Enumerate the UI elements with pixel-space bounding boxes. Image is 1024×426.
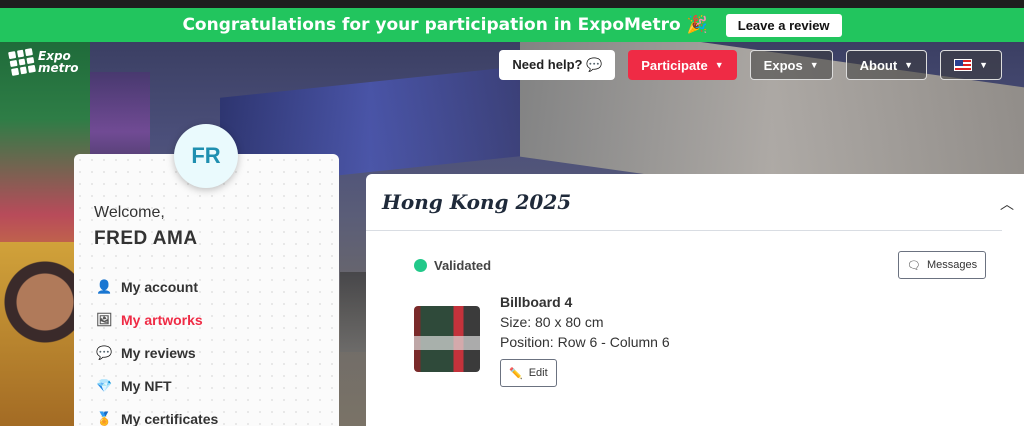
sidebar-item-my-reviews[interactable]: 💬 My reviews [96,336,218,369]
leave-review-button[interactable]: Leave a review [725,13,842,37]
diamond-icon: 💎 [96,377,113,393]
sidebar-menu: 👤 My account 🖼 My artworks 💬 My reviews … [96,270,218,426]
edit-button[interactable]: ✏️ Edit [500,359,557,387]
logo-text: Expo metro [38,49,79,75]
chevron-down-icon: ▼ [714,60,724,70]
chevron-down-icon: ▼ [979,60,988,70]
sidebar-item-my-account[interactable]: 👤 My account [96,270,218,303]
logo-grid-icon [8,48,36,76]
sidebar-item-my-artworks[interactable]: 🖼 My artworks [96,303,218,336]
image-icon: 🖼 [96,311,113,327]
participate-button[interactable]: Participate ▼ [628,50,737,80]
need-help-button[interactable]: Need help? 💬 [499,50,616,80]
chat-icon: 🗨 [907,259,921,272]
divider [366,230,1002,231]
top-nav: Need help? 💬 Participate ▼ Expos ▼ About… [499,50,1002,80]
chevron-up-icon[interactable]: ︿ [1000,194,1014,214]
certificate-icon: 🏅 [96,410,113,426]
status-text: Validated [434,258,492,273]
status-dot-icon [414,259,427,272]
expo-title: Hong Kong 2025 [382,190,572,214]
us-flag-icon [954,59,973,71]
chevron-down-icon: ▼ [809,60,819,70]
user-name: FRED AMA [94,228,198,249]
language-dropdown[interactable]: ▼ [940,50,1002,80]
welcome-text: Welcome, [94,204,165,221]
browser-top-strip [0,0,1024,8]
expo-card: Hong Kong 2025 ︿ Validated 🗨 Messages Bi… [366,174,1024,426]
messages-button[interactable]: 🗨 Messages [898,251,987,279]
chevron-down-icon: ▼ [904,60,914,70]
sidebar-item-my-certificates[interactable]: 🏅 My certificates [96,402,218,426]
about-dropdown[interactable]: About ▼ [845,50,928,80]
banner-message: Congratulations for your participation i… [182,15,708,35]
billboard-name: Billboard 4 [500,294,573,310]
comment-icon: 💬 [96,344,113,360]
billboard-position: Position: Row 6 - Column 6 [500,334,670,350]
mural-figure [0,242,80,426]
pencil-icon: ✏️ [509,367,523,380]
congrats-banner: Congratulations for your participation i… [0,8,1024,42]
artwork-thumbnail[interactable] [414,306,480,372]
billboard-size: Size: 80 x 80 cm [500,314,604,330]
expometro-logo[interactable]: Expo metro [8,48,79,76]
user-icon: 👤 [96,278,113,294]
avatar[interactable]: FR [174,124,238,188]
expos-dropdown[interactable]: Expos ▼ [749,50,833,80]
sidebar-item-my-nft[interactable]: 💎 My NFT [96,369,218,402]
